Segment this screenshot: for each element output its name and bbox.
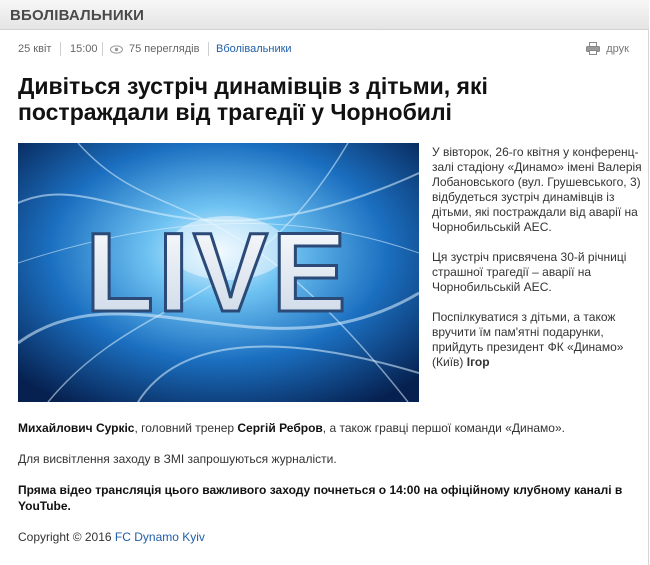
article-image: LIVE bbox=[18, 143, 419, 402]
paragraph-3-start: Поспілкуватися з дітьми, а також вручити… bbox=[432, 310, 642, 370]
broadcast-note: Пряма відео трансляція цього важливого з… bbox=[18, 483, 623, 513]
article-meta: 25 квіт 15:00 75 переглядів Вболівальник… bbox=[0, 40, 649, 60]
section-header: ВБОЛІВАЛЬНИКИ bbox=[0, 0, 649, 30]
printer-icon bbox=[586, 42, 601, 55]
article-title: Дивіться зустріч динамівців з дітьми, як… bbox=[18, 73, 488, 125]
paragraph-3-text: Поспілкуватися з дітьми, а також вручити… bbox=[432, 310, 624, 369]
name-rebrov: Сергій Ребров bbox=[237, 421, 323, 435]
article-time: 15:00 bbox=[70, 43, 98, 55]
print-button[interactable]: друк bbox=[586, 42, 629, 55]
copyright-link[interactable]: FC Dynamo Kyiv bbox=[115, 530, 205, 544]
eye-icon bbox=[110, 45, 123, 54]
paragraph-5: Пряма відео трансляція цього важливого з… bbox=[18, 482, 638, 514]
paragraph-3-mid: , головний тренер bbox=[134, 421, 238, 435]
meta-divider bbox=[208, 42, 209, 56]
view-count: 75 переглядів bbox=[129, 43, 200, 55]
print-label: друк bbox=[606, 43, 629, 55]
name-surkis-first: Ігор bbox=[466, 355, 490, 369]
article-frame: ВБОЛІВАЛЬНИКИ 25 квіт 15:00 75 перегляді… bbox=[0, 0, 649, 565]
copyright: Copyright © 2016 FC Dynamo Kyiv bbox=[18, 529, 638, 545]
paragraph-3-end: Михайлович Суркіс, головний тренер Сергі… bbox=[18, 420, 638, 436]
live-banner-image: LIVE bbox=[18, 143, 419, 402]
copyright-text: Copyright © 2016 bbox=[18, 530, 115, 544]
live-banner-text: LIVE bbox=[86, 210, 351, 335]
article-side-text: У вівторок, 26-го квітня у конференц-зал… bbox=[432, 145, 642, 370]
article-body: Михайлович Суркіс, головний тренер Сергі… bbox=[18, 420, 638, 560]
meta-divider bbox=[102, 42, 103, 56]
article-date: 25 квіт bbox=[18, 43, 52, 55]
paragraph-4: Для висвітлення заходу в ЗМІ запрошуютьс… bbox=[18, 452, 337, 466]
paragraph-3-tail: , а також гравці першої команди «Динамо»… bbox=[322, 421, 565, 435]
paragraph-1: У вівторок, 26-го квітня у конференц-зал… bbox=[432, 145, 642, 234]
meta-divider bbox=[60, 42, 61, 56]
name-surkis-last: Михайлович Суркіс bbox=[18, 421, 135, 435]
paragraph-2: Ця зустріч присвячена 30-й річниці страш… bbox=[432, 250, 627, 294]
section-title: ВБОЛІВАЛЬНИКИ bbox=[10, 7, 145, 24]
category-link[interactable]: Вболівальники bbox=[216, 43, 292, 55]
